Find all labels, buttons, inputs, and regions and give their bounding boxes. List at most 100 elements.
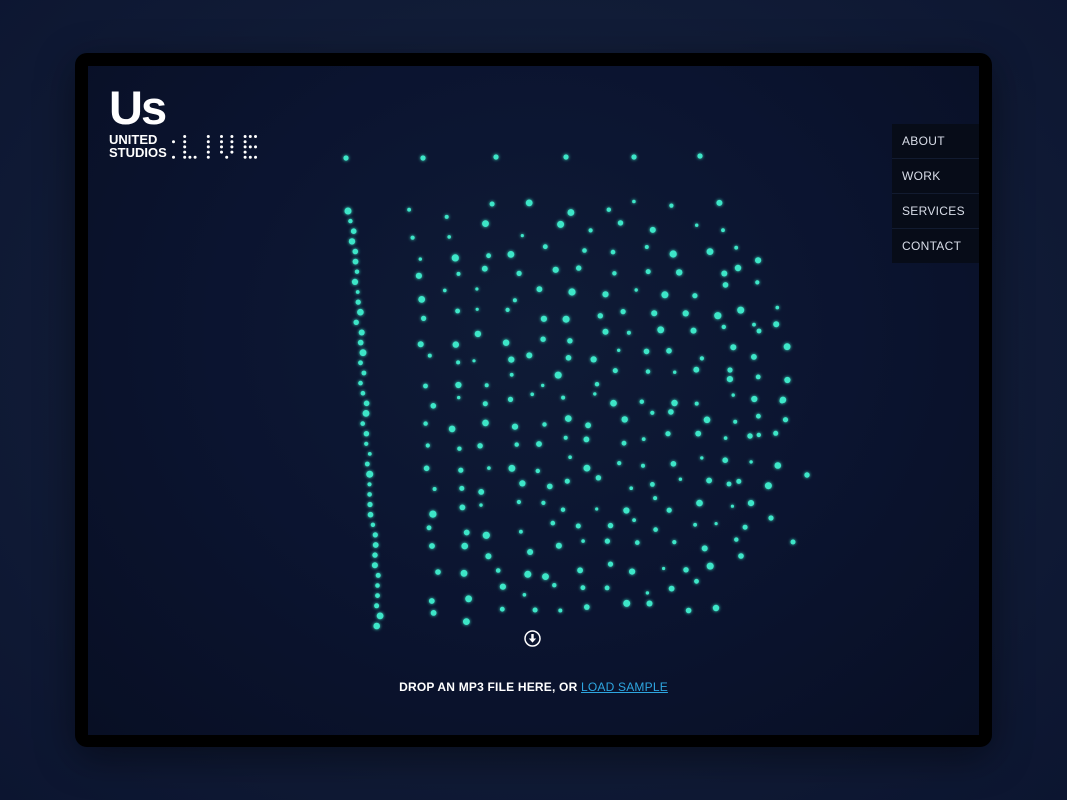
particle: [542, 573, 549, 580]
particle: [357, 339, 364, 346]
particle: [643, 348, 650, 355]
logo-line-studios: STUDIOS: [109, 145, 167, 160]
particle: [486, 253, 491, 259]
particle: [472, 359, 476, 363]
particle: [361, 370, 367, 376]
particle: [783, 343, 791, 351]
particle: [666, 348, 672, 354]
particle: [583, 464, 591, 472]
particle: [502, 339, 510, 346]
particle: [751, 395, 758, 403]
particle: [351, 278, 359, 285]
particle: [734, 537, 739, 542]
particle: [734, 245, 739, 250]
download-icon[interactable]: [524, 630, 541, 647]
particle: [527, 549, 534, 555]
nav-item-services[interactable]: SERVICES: [892, 194, 979, 229]
particle: [567, 209, 575, 216]
particle: [657, 326, 665, 334]
particle: [364, 461, 370, 467]
particle: [602, 328, 609, 335]
particle: [561, 395, 566, 400]
particle: [350, 228, 357, 234]
particle: [418, 296, 426, 303]
particle: [443, 288, 447, 293]
particle: [508, 464, 516, 472]
particle: [721, 324, 726, 330]
particle: [576, 265, 582, 271]
particle: [621, 440, 627, 446]
particle: [367, 452, 372, 456]
brand-logo[interactable]: Us UNITED STUDIOS: [109, 84, 257, 163]
particle: [737, 306, 745, 314]
particle: [451, 254, 459, 262]
particle: [410, 235, 415, 240]
particle: [721, 270, 728, 277]
particle: [699, 356, 705, 361]
particle: [749, 460, 753, 464]
particle: [458, 467, 464, 473]
particle: [726, 481, 732, 487]
particle: [372, 542, 379, 548]
particle: [459, 504, 466, 511]
particle: [694, 401, 699, 406]
particle: [370, 522, 376, 527]
particle: [612, 368, 618, 374]
particle: [583, 436, 590, 443]
particle: [568, 288, 576, 296]
particle: [695, 430, 702, 437]
particle: [736, 478, 742, 484]
particle: [430, 610, 437, 616]
particle: [575, 523, 581, 529]
particle: [519, 480, 526, 487]
particle: [550, 520, 556, 526]
particle: [617, 461, 622, 466]
particle: [775, 305, 780, 310]
particle: [376, 612, 384, 620]
particle: [482, 401, 488, 407]
particle: [682, 310, 689, 317]
particle: [423, 383, 428, 389]
particle: [541, 500, 546, 505]
particle: [426, 525, 432, 531]
particle: [755, 374, 761, 380]
particle: [367, 492, 372, 497]
particle: [459, 485, 465, 491]
particle: [552, 266, 559, 273]
particle: [448, 425, 456, 433]
particle: [604, 585, 610, 591]
particle: [577, 567, 583, 574]
particle: [621, 416, 628, 423]
nav-item-work[interactable]: WORK: [892, 159, 979, 194]
particle: [706, 562, 714, 570]
particle: [474, 330, 482, 338]
particle: [693, 366, 700, 373]
particle: [507, 251, 515, 258]
particle: [343, 155, 349, 161]
particle: [417, 341, 424, 348]
particle: [620, 309, 626, 315]
particle: [355, 290, 360, 294]
particle: [372, 532, 378, 538]
particle: [714, 312, 722, 320]
particle: [668, 585, 675, 592]
particle: [455, 308, 460, 314]
particle: [358, 329, 365, 336]
particle: [590, 356, 597, 363]
nav-item-contact[interactable]: CONTACT: [892, 229, 979, 263]
particle: [584, 604, 590, 610]
particle: [641, 437, 646, 441]
screen: Us UNITED STUDIOS ABOUT WORK SERVICES CO…: [88, 66, 979, 735]
particle: [461, 542, 469, 550]
particle: [353, 319, 359, 325]
particle: [626, 330, 631, 335]
particle: [367, 511, 374, 518]
particle: [595, 507, 599, 511]
particle: [773, 321, 780, 328]
particle: [632, 518, 636, 522]
particle: [752, 322, 756, 327]
particle: [423, 421, 428, 426]
load-sample-link[interactable]: LOAD SAMPLE: [581, 680, 668, 694]
particle: [695, 223, 699, 227]
nav-item-about[interactable]: ABOUT: [892, 124, 979, 159]
